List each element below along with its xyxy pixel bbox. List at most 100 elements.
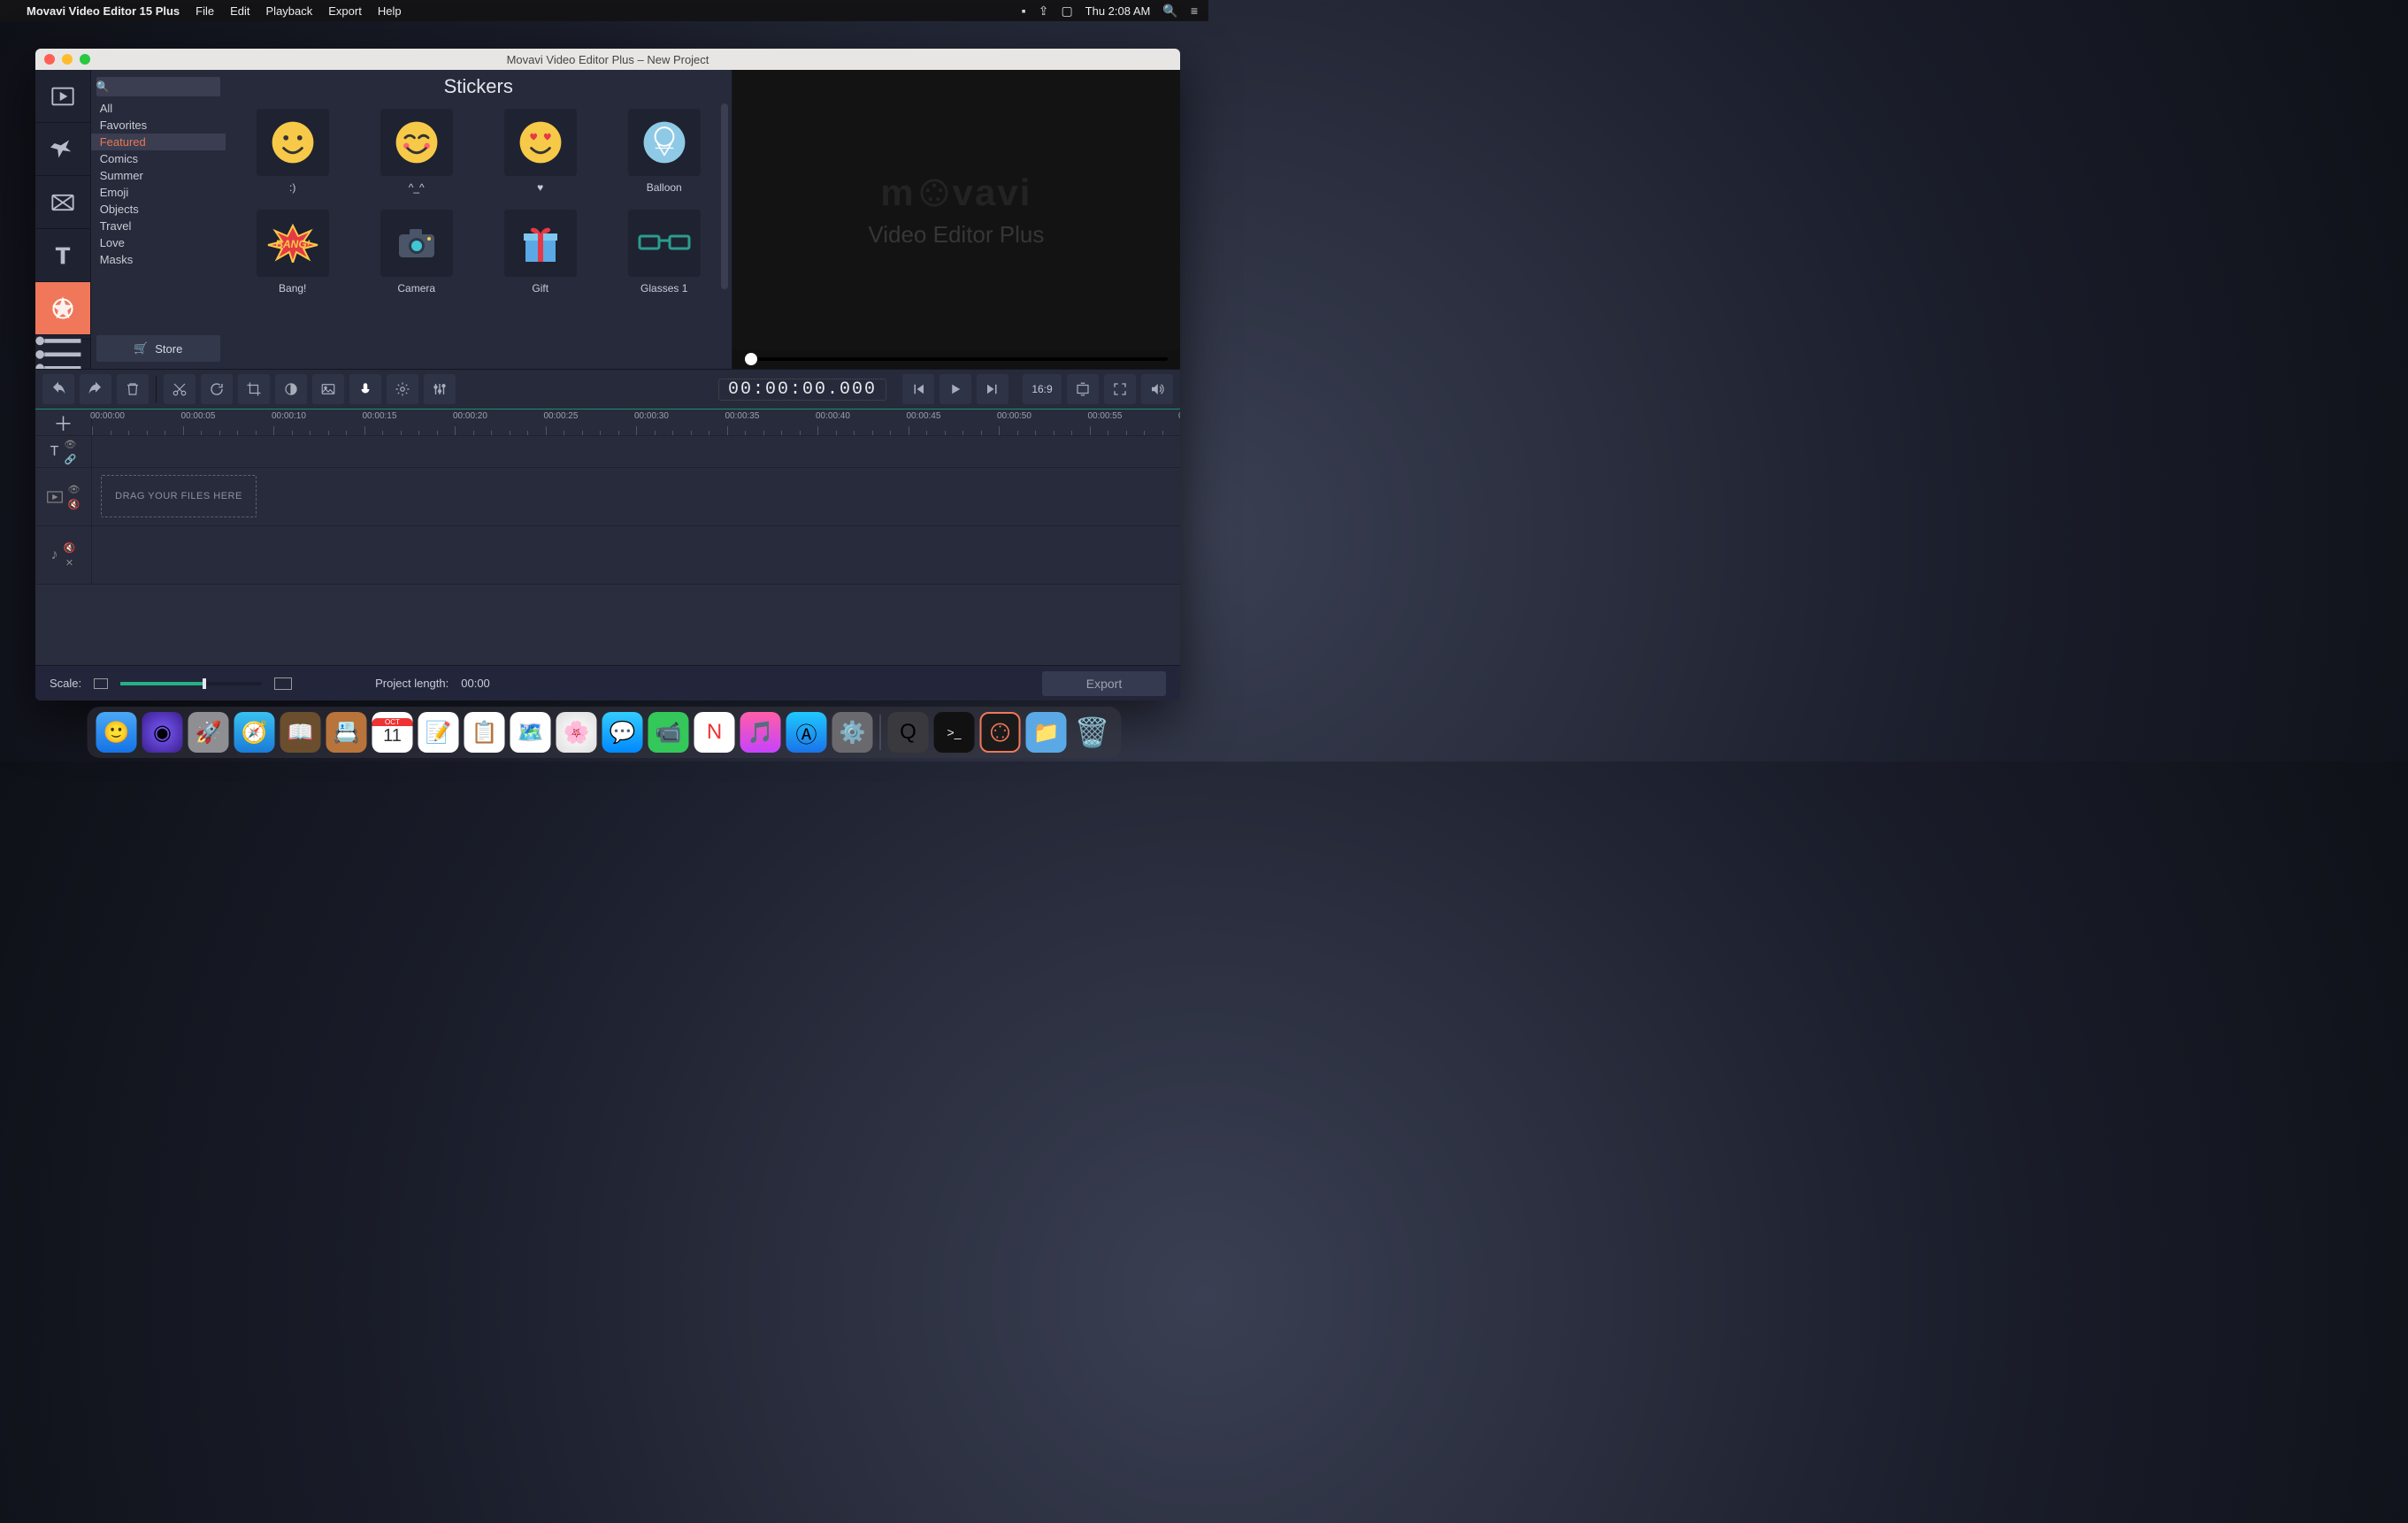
progress-playhead[interactable] xyxy=(745,353,757,365)
title-track[interactable] xyxy=(92,436,1180,467)
scale-slider[interactable] xyxy=(120,682,262,685)
category-emoji[interactable]: Emoji xyxy=(91,184,226,201)
scale-in-icon[interactable] xyxy=(274,677,292,690)
category-favorites[interactable]: Favorites xyxy=(91,117,226,134)
time-ruler[interactable]: 00:00:0000:00:0500:00:1000:00:1500:00:20… xyxy=(92,409,1180,435)
menu-export[interactable]: Export xyxy=(328,4,362,18)
export-button[interactable]: Export xyxy=(1042,671,1166,696)
color-adjust-button[interactable] xyxy=(275,374,307,404)
undo-button[interactable] xyxy=(42,374,74,404)
record-audio-button[interactable] xyxy=(349,374,381,404)
tab-media[interactable] xyxy=(35,70,90,123)
menu-file[interactable]: File xyxy=(196,4,214,18)
dock-itunes[interactable]: 🎵 xyxy=(740,712,781,753)
video-track[interactable]: DRAG YOUR FILES HERE xyxy=(92,468,1180,525)
dock-downloads[interactable]: 📁 xyxy=(1026,712,1067,753)
dock-calendar[interactable]: OCT11 xyxy=(372,712,413,753)
sticker-item[interactable]: ♥ xyxy=(491,109,590,194)
sticker-item[interactable]: Balloon xyxy=(615,109,714,194)
spotlight-icon[interactable]: 🔍 xyxy=(1162,4,1177,19)
dock-launchpad[interactable]: 🚀 xyxy=(188,712,229,753)
dropzone[interactable]: DRAG YOUR FILES HERE xyxy=(101,475,257,517)
sticker-item[interactable]: :) xyxy=(243,109,342,194)
audio-track[interactable] xyxy=(92,526,1180,584)
crop-button[interactable] xyxy=(238,374,270,404)
dock-reminders[interactable]: 📋 xyxy=(464,712,505,753)
dock-maps[interactable]: 🗺️ xyxy=(510,712,551,753)
scrollbar[interactable] xyxy=(721,103,728,289)
delete-button[interactable] xyxy=(117,374,149,404)
dock-quicktime[interactable]: Q xyxy=(888,712,929,753)
tab-filters[interactable] xyxy=(35,123,90,176)
status-icon-1[interactable]: ▪ xyxy=(1022,4,1026,18)
dock-photos[interactable]: 🌸 xyxy=(556,712,597,753)
category-travel[interactable]: Travel xyxy=(91,218,226,234)
dock-facetime[interactable]: 📹 xyxy=(648,712,689,753)
tab-titles[interactable] xyxy=(35,229,90,282)
status-icon-2[interactable]: ⇪ xyxy=(1039,4,1049,19)
category-objects[interactable]: Objects xyxy=(91,201,226,218)
detach-preview-button[interactable] xyxy=(1067,374,1099,404)
scale-out-icon[interactable] xyxy=(94,678,108,689)
sticker-item[interactable]: Gift xyxy=(491,210,590,295)
zoom-button[interactable] xyxy=(80,54,90,65)
category-love[interactable]: Love xyxy=(91,234,226,251)
category-all[interactable]: All xyxy=(91,100,226,117)
search-input[interactable] xyxy=(110,81,235,92)
sticker-item[interactable]: Glasses 1 xyxy=(615,210,714,295)
scale-thumb[interactable] xyxy=(203,678,206,689)
dock-news[interactable]: N xyxy=(694,712,735,753)
tab-list-view[interactable] xyxy=(35,339,90,369)
progress-track[interactable] xyxy=(745,357,1168,361)
menu-list-icon[interactable]: ≡ xyxy=(1191,4,1198,18)
dock-terminal[interactable]: >_ xyxy=(934,712,975,753)
category-masks[interactable]: Masks xyxy=(91,251,226,268)
menu-edit[interactable]: Edit xyxy=(230,4,249,18)
cut-button[interactable] xyxy=(164,374,196,404)
volume-button[interactable] xyxy=(1141,374,1173,404)
equalizer-button[interactable] xyxy=(424,374,456,404)
sticker-item[interactable]: ^_^ xyxy=(367,109,466,194)
minimize-button[interactable] xyxy=(62,54,73,65)
tab-transitions[interactable] xyxy=(35,176,90,229)
window-titlebar[interactable]: Movavi Video Editor Plus – New Project xyxy=(35,49,1180,70)
dock-notes[interactable]: 📝 xyxy=(418,712,459,753)
menubar-app-name[interactable]: Movavi Video Editor 15 Plus xyxy=(27,4,180,18)
category-featured[interactable]: Featured xyxy=(91,134,226,150)
video-track-head[interactable]: 👁🔇 xyxy=(35,468,92,525)
title-track-head[interactable]: T👁🔗 xyxy=(35,436,92,467)
play-button[interactable] xyxy=(939,374,971,404)
category-summer[interactable]: Summer xyxy=(91,167,226,184)
dock-trash[interactable]: 🗑️ xyxy=(1072,712,1113,753)
dock-messages[interactable]: 💬 xyxy=(602,712,643,753)
close-button[interactable] xyxy=(44,54,55,65)
menu-help[interactable]: Help xyxy=(378,4,402,18)
dock-contacts[interactable]: 📇 xyxy=(326,712,367,753)
dock-finder[interactable]: 🙂 xyxy=(96,712,137,753)
menu-playback[interactable]: Playback xyxy=(266,4,313,18)
category-comics[interactable]: Comics xyxy=(91,150,226,167)
rotate-button[interactable] xyxy=(201,374,233,404)
redo-button[interactable] xyxy=(80,374,111,404)
store-button[interactable]: 🛒 Store xyxy=(96,335,220,362)
add-track-button[interactable]: ＋ xyxy=(35,409,92,435)
dock-app-1[interactable]: 📖 xyxy=(280,712,321,753)
airplay-icon[interactable]: ▢ xyxy=(1061,4,1072,19)
dock-settings[interactable]: ⚙️ xyxy=(832,712,873,753)
sticker-item[interactable]: BANG! Bang! xyxy=(243,210,342,295)
dock-siri[interactable]: ◉ xyxy=(142,712,183,753)
preview-progress[interactable] xyxy=(732,349,1180,369)
clip-properties-button[interactable] xyxy=(387,374,418,404)
dock-movavi[interactable] xyxy=(980,712,1021,753)
sticker-item[interactable]: Camera xyxy=(367,210,466,295)
image-button[interactable] xyxy=(312,374,344,404)
fullscreen-button[interactable] xyxy=(1104,374,1136,404)
next-frame-button[interactable] xyxy=(977,374,1008,404)
audio-track-head[interactable]: ♪🔇✕ xyxy=(35,526,92,584)
tick-label: 00:00:30 xyxy=(634,411,669,421)
aspect-ratio-button[interactable]: 16:9 xyxy=(1023,374,1062,404)
prev-frame-button[interactable] xyxy=(902,374,934,404)
dock-safari[interactable]: 🧭 xyxy=(234,712,275,753)
menubar-clock[interactable]: Thu 2:08 AM xyxy=(1085,4,1151,18)
dock-appstore[interactable]: Ⓐ xyxy=(786,712,827,753)
